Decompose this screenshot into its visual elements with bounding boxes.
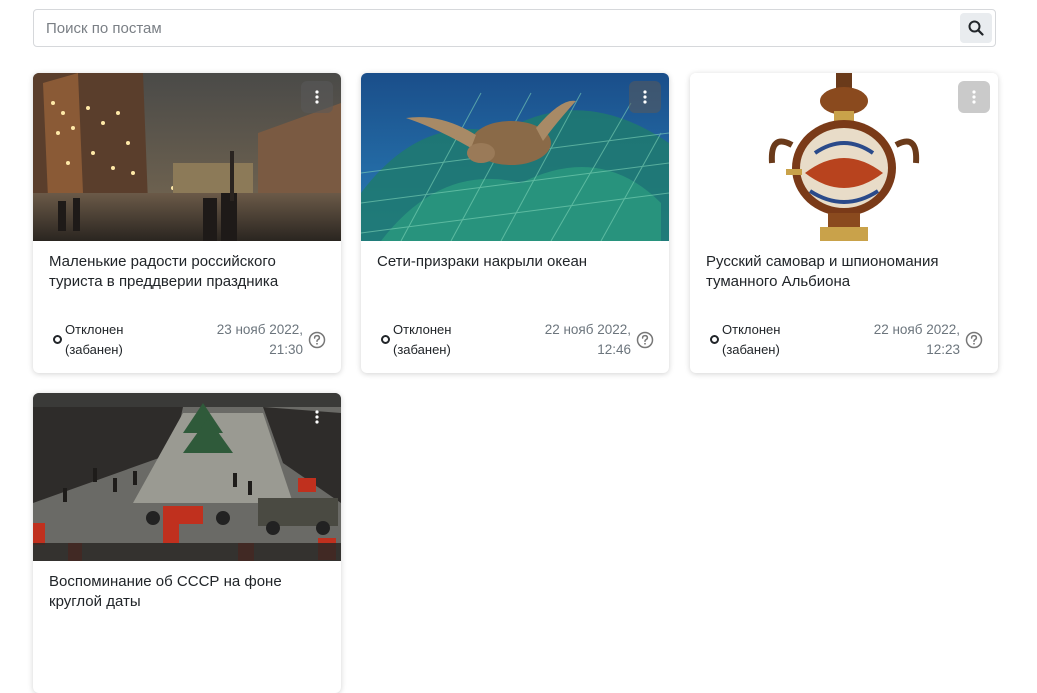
post-menu-button[interactable] <box>958 81 990 113</box>
post-title[interactable]: Маленькие радости российского туриста в … <box>49 252 319 292</box>
status-dot-icon <box>710 335 719 344</box>
samovar-image[interactable] <box>690 73 998 241</box>
search-button[interactable] <box>960 13 992 43</box>
search-bar <box>33 9 996 47</box>
post-card[interactable]: Маленькие радости российского туриста в … <box>33 73 341 373</box>
post-date: 23 нояб 2022, 21:30 <box>193 320 303 360</box>
post-menu-button[interactable] <box>301 81 333 113</box>
more-vertical-icon <box>315 410 319 424</box>
status-dot-icon <box>381 335 390 344</box>
post-menu-button[interactable] <box>629 81 661 113</box>
post-date-time: 21:30 <box>269 342 303 357</box>
post-date-time: 12:23 <box>926 342 960 357</box>
search-input[interactable] <box>34 10 978 46</box>
status-label: Отклонен <box>722 322 781 337</box>
post-date-time: 12:46 <box>597 342 631 357</box>
post-title[interactable]: Воспоминание об СССР на фоне круглой дат… <box>49 572 319 612</box>
post-date-day: 23 нояб 2022, <box>216 322 303 337</box>
status-label: Отклонен <box>65 322 124 337</box>
post-card[interactable]: Воспоминание об СССР на фоне круглой дат… <box>33 393 341 693</box>
help-circle-icon[interactable] <box>308 331 326 349</box>
ussr-parade-image[interactable] <box>33 393 341 561</box>
post-menu-button[interactable] <box>301 401 333 433</box>
post-title[interactable]: Сети-призраки накрыли океан <box>377 252 647 272</box>
post-card[interactable]: Русский самовар и шпиономания туманного … <box>690 73 998 373</box>
help-circle-icon[interactable] <box>965 331 983 349</box>
post-date-day: 22 нояб 2022, <box>873 322 960 337</box>
post-date-day: 22 нояб 2022, <box>544 322 631 337</box>
help-circle-icon[interactable] <box>636 331 654 349</box>
turtle-in-net-image[interactable] <box>361 73 669 241</box>
more-vertical-icon <box>643 90 647 104</box>
more-vertical-icon <box>972 90 976 104</box>
status-label: Отклонен <box>393 322 452 337</box>
post-title[interactable]: Русский самовар и шпиономания туманного … <box>706 252 976 292</box>
more-vertical-icon <box>315 90 319 104</box>
status-detail: (забанен) <box>65 342 123 357</box>
status-detail: (забанен) <box>722 342 780 357</box>
post-card[interactable]: Сети-призраки накрыли океан Отклонен (за… <box>361 73 669 373</box>
status-detail: (забанен) <box>393 342 451 357</box>
post-date: 22 нояб 2022, 12:23 <box>850 320 960 360</box>
night-city-street-image[interactable] <box>33 73 341 241</box>
post-date: 22 нояб 2022, 12:46 <box>521 320 631 360</box>
status-dot-icon <box>53 335 62 344</box>
search-icon <box>968 20 984 36</box>
